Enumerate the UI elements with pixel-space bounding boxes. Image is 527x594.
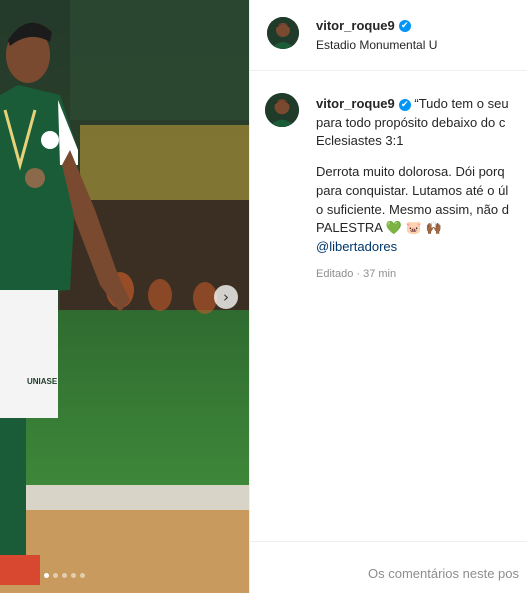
jersey-sponsor-text: UNIASE	[27, 377, 58, 386]
caption-avatar[interactable]	[265, 93, 299, 127]
post-side-panel: vitor_roque9 ✔ Estadio Monumental U vitor…	[249, 0, 527, 593]
post-caption: vitor_roque9 ✔ “Tudo tem o seu para todo …	[316, 95, 527, 257]
pig-icon: 🐷	[405, 220, 422, 236]
carousel-dot	[44, 573, 49, 578]
carousel-dot	[53, 573, 58, 578]
caption-text: Eclesiastes 3:1	[316, 133, 404, 149]
carousel-next-button[interactable]: ›	[214, 285, 238, 309]
header-user: vitor_roque9 ✔	[316, 17, 411, 35]
caption-line: vitor_roque9 ✔ “Tudo tem o seu	[316, 95, 527, 114]
post-photo: UNIASE ›	[0, 0, 249, 593]
green-heart-icon: 💚	[385, 220, 403, 236]
avatar-image	[267, 17, 299, 49]
verified-badge-icon: ✔	[398, 98, 411, 111]
caption-line: PALESTRA 💚 🐷 🙌🏾	[316, 219, 527, 238]
edited-timestamp: Editado · 37 min	[316, 268, 397, 280]
mention-link[interactable]: @libertadores	[316, 238, 527, 257]
location-link[interactable]: Estadio Monumental U	[316, 38, 437, 52]
comments-disabled-text: Os comentários neste pos	[368, 566, 520, 581]
post-header: vitor_roque9 ✔ Estadio Monumental U	[250, 0, 527, 71]
raised-hands-icon: 🙌🏾	[425, 220, 442, 236]
carousel-dot	[80, 573, 85, 578]
header-username-link[interactable]: vitor_roque9	[316, 18, 395, 33]
verified-badge-icon: ✔	[398, 19, 411, 32]
caption-text: Derrota muito dolorosa. Dói porq	[316, 164, 505, 180]
caption-text: “Tudo tem o seu	[414, 96, 509, 111]
carousel-dot	[71, 573, 76, 578]
avatar[interactable]	[267, 17, 299, 49]
caption-text: para todo propósito debaixo do c	[316, 114, 506, 130]
comments-footer: Os comentários neste pos	[250, 541, 527, 594]
avatar-image	[265, 93, 299, 127]
carousel-indicators	[44, 573, 85, 578]
caption-text: o suficiente. Mesmo assim, não d	[316, 201, 509, 217]
caption-text: para conquistar. Lutamos até o úl	[316, 182, 509, 198]
player-photo-illustration: UNIASE	[0, 0, 249, 593]
chevron-right-icon: ›	[223, 287, 229, 306]
caption-username-link[interactable]: vitor_roque9	[316, 96, 395, 111]
caption-text: PALESTRA	[316, 220, 383, 236]
carousel-dot	[62, 573, 67, 578]
